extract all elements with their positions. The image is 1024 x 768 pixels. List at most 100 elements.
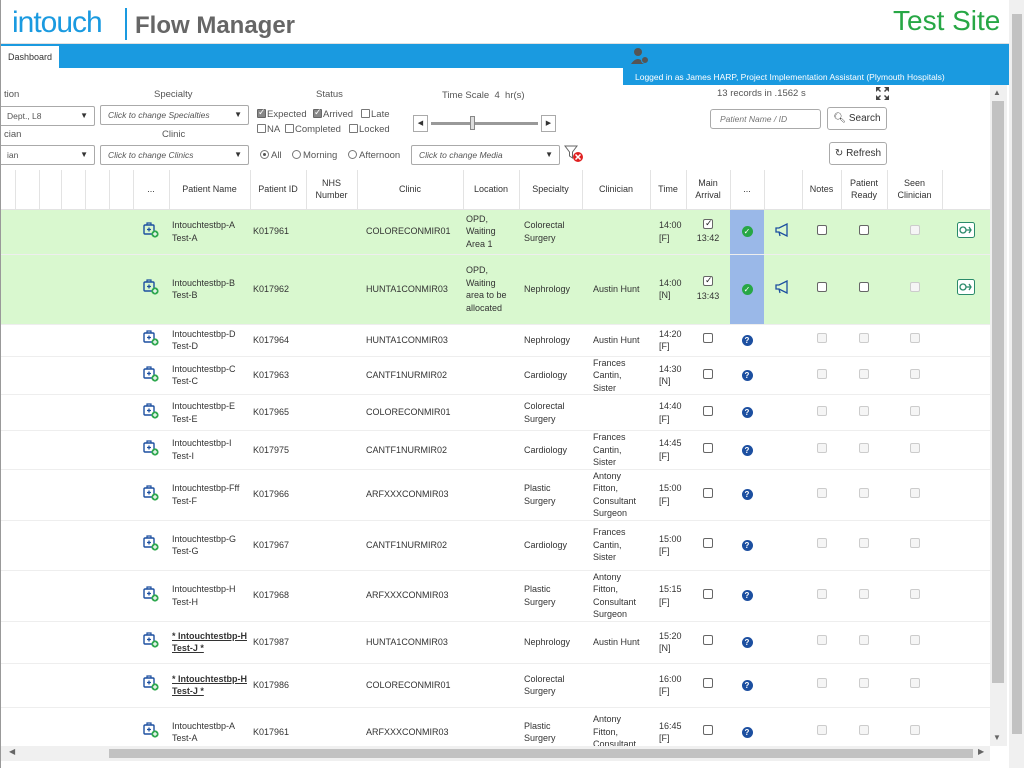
notes-cell[interactable] — [802, 663, 841, 708]
col-seen-clinician[interactable]: Seen Clinician — [887, 170, 943, 210]
status-cell[interactable]: ? — [730, 707, 764, 746]
flow-cell[interactable] — [942, 209, 990, 255]
col-clinic[interactable]: Clinic — [357, 170, 464, 210]
status-cell[interactable]: ? — [730, 663, 764, 708]
scroll-down-icon[interactable]: ▼ — [993, 733, 1001, 742]
main-arrival-checkbox[interactable] — [703, 443, 713, 453]
seen-clinician-checkbox[interactable] — [909, 538, 920, 549]
flow-cell[interactable] — [942, 356, 990, 395]
location-select[interactable]: Dept., L8 ▼ — [1, 106, 95, 126]
megaphone-icon[interactable] — [774, 222, 792, 239]
flow-cell[interactable] — [942, 520, 990, 571]
table-row[interactable]: Intouchtestbp-D Test-D K017964 HUNTA1CONMI… — [1, 324, 990, 357]
announce-cell[interactable] — [764, 469, 802, 521]
clinician-select[interactable]: ian ▼ — [1, 145, 95, 165]
notes-checkbox[interactable] — [816, 282, 827, 293]
seen-clinician-cell[interactable] — [887, 394, 942, 431]
table-horizontal-scrollbar[interactable]: ◀ ▶ — [1, 746, 990, 761]
page-vertical-scrollbar[interactable] — [1009, 0, 1024, 768]
radio[interactable] — [292, 150, 301, 159]
main-arrival-cell[interactable] — [686, 469, 730, 521]
main-arrival-checkbox[interactable] — [703, 678, 713, 689]
scrollbar-thumb[interactable] — [109, 749, 973, 758]
col-nhs-number[interactable]: NHS Number — [306, 170, 358, 210]
seen-clinician-checkbox[interactable] — [909, 224, 920, 235]
patient-name-cell[interactable]: Intouchtestbp-E Test-E — [169, 394, 250, 431]
patient-name[interactable]: Intouchtestbp-G Test-G — [172, 534, 236, 557]
main-arrival-cell[interactable] — [686, 621, 730, 664]
patient-ready-checkbox[interactable] — [859, 635, 869, 646]
add-appointment-icon[interactable] — [133, 469, 169, 521]
media-select[interactable]: Click to change Media ▼ — [411, 145, 560, 165]
seen-clinician-checkbox[interactable] — [909, 635, 920, 646]
flow-cell[interactable] — [942, 707, 990, 746]
patient-name-cell[interactable]: Intouchtestbp-I Test-I — [169, 430, 250, 470]
notes-cell[interactable] — [802, 209, 841, 255]
seen-clinician-checkbox[interactable] — [909, 487, 920, 498]
main-arrival-checkbox[interactable] — [703, 333, 713, 344]
slider-track[interactable] — [431, 122, 538, 125]
col-patient-name[interactable]: Patient Name — [169, 170, 251, 210]
patient-ready-cell[interactable] — [841, 570, 887, 622]
patient-name-cell[interactable]: Intouchtestbp-C Test-C — [169, 356, 250, 395]
add-appointment-icon[interactable] — [133, 324, 169, 357]
checkbox-checked[interactable] — [313, 107, 322, 118]
patient-ready-checkbox[interactable] — [859, 678, 869, 689]
patient-ready-checkbox[interactable] — [859, 405, 869, 416]
col-status[interactable]: ... — [730, 170, 765, 210]
slider-right-button[interactable]: ▶ — [541, 115, 556, 132]
refresh-button[interactable]: ↻ Refresh — [829, 142, 887, 165]
question-icon[interactable]: ? — [741, 726, 753, 738]
notes-checkbox[interactable] — [816, 405, 827, 416]
main-arrival-cell[interactable]: 13:42 — [686, 209, 730, 255]
flow-cell[interactable] — [942, 394, 990, 431]
patient-ready-checkbox[interactable] — [859, 224, 869, 235]
patient-ready-checkbox[interactable] — [859, 443, 869, 453]
patient-name-cell[interactable]: Intouchtestbp-G Test-G — [169, 520, 250, 571]
status-na-checkbox[interactable]: NA — [257, 124, 280, 135]
tab-dashboard[interactable]: Dashboard — [1, 46, 59, 68]
main-arrival-cell[interactable] — [686, 570, 730, 622]
flow-cell[interactable] — [942, 663, 990, 708]
table-row[interactable]: Intouchtestbp-A Test-A K017961 ARFXXXCONMI… — [1, 707, 990, 746]
add-appointment-icon[interactable] — [133, 570, 169, 622]
flow-cell[interactable] — [942, 254, 990, 325]
patient-ready-checkbox[interactable] — [859, 588, 869, 599]
seen-clinician-cell[interactable] — [887, 430, 942, 470]
patient-name-cell[interactable]: * Intouchtestbp-H Test-J * — [169, 621, 250, 664]
question-icon[interactable]: ? — [741, 539, 753, 551]
checkmark-icon[interactable]: ✓ — [741, 283, 753, 295]
announce-cell[interactable] — [764, 394, 802, 431]
scrollbar-thumb[interactable] — [992, 101, 1004, 683]
announce-cell[interactable] — [764, 209, 802, 255]
seen-clinician-cell[interactable] — [887, 469, 942, 521]
patient-name-cell[interactable]: Intouchtestbp-A Test-A — [169, 209, 250, 255]
checkbox[interactable] — [349, 124, 358, 133]
notes-checkbox[interactable] — [816, 588, 827, 599]
patient-name[interactable]: * Intouchtestbp-H Test-J * — [172, 674, 247, 697]
notes-checkbox[interactable] — [816, 333, 827, 344]
specialty-select[interactable]: Click to change Specialties ▼ — [100, 105, 249, 125]
patient-name[interactable]: Intouchtestbp-B Test-B — [172, 278, 235, 301]
patient-ready-cell[interactable] — [841, 469, 887, 521]
notes-checkbox[interactable] — [816, 538, 827, 549]
flow-cell[interactable] — [942, 324, 990, 357]
patient-ready-checkbox[interactable] — [859, 333, 869, 344]
scroll-right-icon[interactable]: ▶ — [978, 747, 984, 756]
notes-checkbox[interactable] — [816, 678, 827, 689]
patient-name-cell[interactable]: Intouchtestbp-H Test-H — [169, 570, 250, 622]
question-icon[interactable]: ? — [741, 407, 753, 419]
announce-cell[interactable] — [764, 356, 802, 395]
announce-cell[interactable] — [764, 570, 802, 622]
checkbox[interactable] — [285, 124, 294, 133]
seen-clinician-cell[interactable] — [887, 254, 942, 325]
patient-name-cell[interactable]: Intouchtestbp-B Test-B — [169, 254, 250, 325]
col-specialty[interactable]: Specialty — [519, 170, 583, 210]
question-icon[interactable]: ? — [741, 590, 753, 602]
patient-ready-cell[interactable] — [841, 520, 887, 571]
main-arrival-checkbox[interactable] — [703, 588, 713, 599]
status-cell[interactable]: ? — [730, 570, 764, 622]
table-row[interactable]: * Intouchtestbp-H Test-J * K017986 COLOREC… — [1, 663, 990, 708]
main-arrival-checkbox[interactable] — [703, 217, 713, 229]
status-cell[interactable]: ? — [730, 621, 764, 664]
